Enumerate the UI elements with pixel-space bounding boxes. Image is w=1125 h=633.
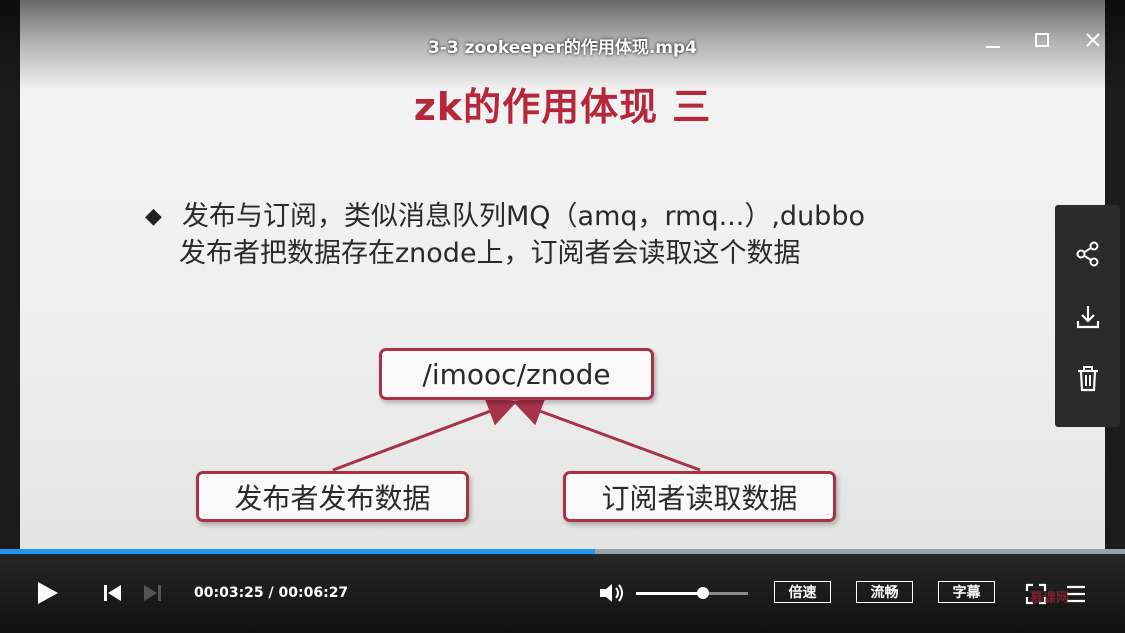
title-bar: 3-3 zookeeper的作用体现.mp4 — [0, 0, 1125, 90]
trash-icon — [1078, 366, 1098, 392]
diagram-node-publisher: 发布者发布数据 — [196, 471, 469, 522]
maximize-icon — [1035, 33, 1049, 47]
download-button[interactable] — [1072, 301, 1104, 333]
previous-button[interactable] — [101, 583, 123, 603]
bullet-text-line-1: 发布与订阅，类似消息队列MQ（amq，rmq...）,dubbo — [182, 201, 865, 232]
download-icon — [1076, 306, 1100, 329]
diagram-node-subscriber: 订阅者读取数据 — [563, 471, 836, 522]
previous-icon — [104, 585, 121, 601]
play-button[interactable] — [34, 580, 60, 606]
watermark: 慕课网 — [1030, 591, 1070, 606]
video-player[interactable]: zk的作用体现 三 ◆ 发布与订阅，类似消息队列MQ（amq，rmq...）,d… — [0, 0, 1125, 633]
time-display: 00:03:25 / 00:06:27 — [194, 585, 348, 601]
next-button[interactable] — [142, 583, 164, 603]
volume-button[interactable] — [598, 581, 626, 605]
volume-slider-knob[interactable] — [697, 587, 710, 599]
play-icon — [38, 582, 58, 604]
arrow-publisher-to-znode — [332, 397, 518, 472]
share-button[interactable] — [1072, 238, 1104, 270]
minimize-icon — [986, 46, 1000, 48]
current-time: 00:03:25 — [194, 585, 264, 601]
volume-slider-fill — [636, 592, 704, 595]
volume-slider[interactable] — [636, 587, 748, 599]
time-separator: / — [263, 585, 279, 601]
maximize-button[interactable] — [1029, 28, 1055, 54]
delete-button[interactable] — [1072, 363, 1104, 395]
control-bar: 00:03:25 / 00:06:27 倍速 流畅 字幕 慕课网 — [0, 554, 1125, 633]
arrow-subscriber-to-znode — [512, 397, 701, 472]
speed-button[interactable]: 倍速 — [774, 581, 831, 603]
close-button[interactable] — [1080, 28, 1106, 54]
video-title: 3-3 zookeeper的作用体现.mp4 — [427, 38, 698, 58]
subtitle-button[interactable]: 字幕 — [938, 581, 995, 603]
volume-icon — [600, 584, 623, 602]
side-action-panel — [1055, 205, 1120, 427]
next-icon — [144, 585, 161, 601]
bullet-text-line-2: 发布者把数据存在znode上，订阅者会读取这个数据 — [179, 238, 801, 269]
bullet-diamond-icon: ◆ — [145, 204, 162, 229]
quality-button[interactable]: 流畅 — [856, 581, 913, 603]
total-time: 00:06:27 — [278, 585, 349, 601]
close-icon — [1086, 33, 1100, 47]
share-icon — [1076, 241, 1099, 267]
minimize-button[interactable] — [980, 28, 1006, 54]
diagram-node-znode: /imooc/znode — [379, 348, 654, 400]
